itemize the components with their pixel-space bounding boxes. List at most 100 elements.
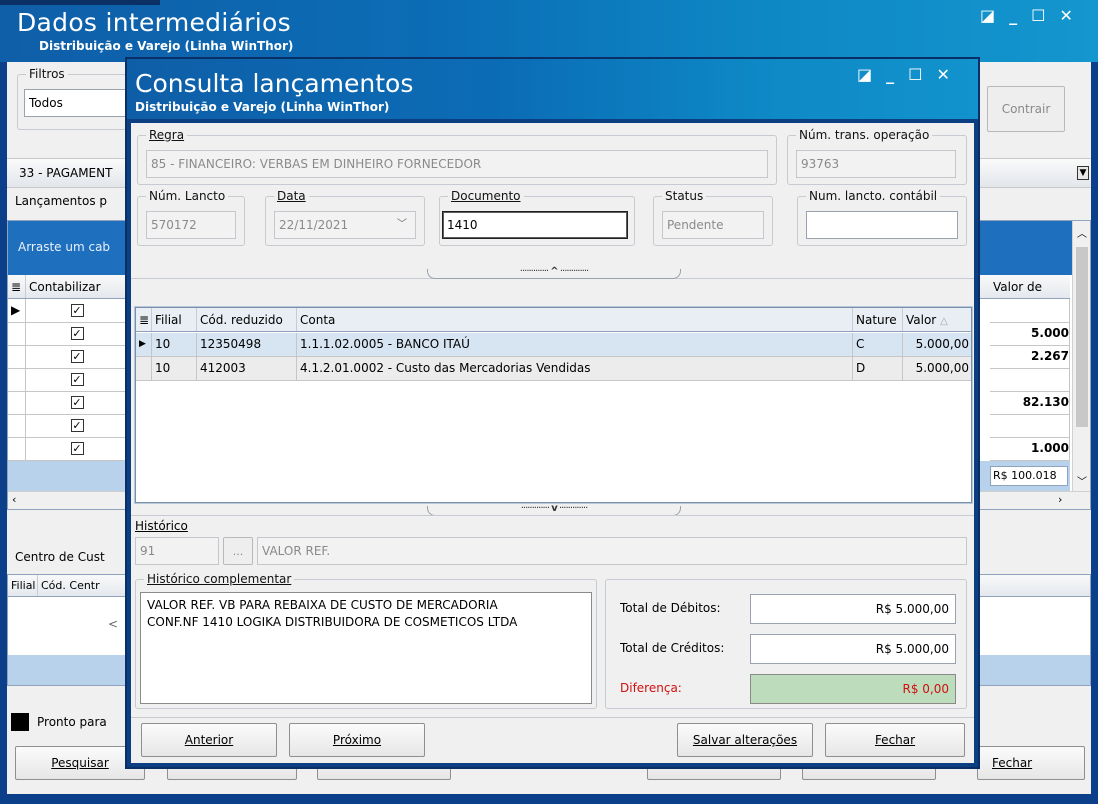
historico-complementar-label: Histórico complementar [144, 571, 295, 587]
header-contabilizar[interactable]: Contabilizar [26, 275, 126, 298]
section-title: 33 - PAGAMENT [19, 166, 113, 180]
lancamentos-grid: ≣ Filial Cód. reduzido Conta Nature Valo… [135, 307, 972, 503]
dialog-subtitle: Distribuição e Varejo (Linha WinThor) [135, 100, 390, 114]
minimize-icon[interactable]: _ [1009, 6, 1017, 25]
minimize-icon[interactable]: _ [886, 65, 894, 84]
pronto-label: Pronto para [37, 715, 107, 729]
drag-hint-text: Arraste um cab [18, 240, 111, 254]
background-window-subtitle: Distribuição e Varejo (Linha WinThor) [39, 39, 294, 53]
cell-natureza: D [853, 357, 903, 381]
maximize-icon[interactable]: ☐ [1031, 6, 1045, 25]
documento-group: Documento 1410 [439, 188, 635, 246]
lancamentos-grid-header: ≣ Filial Cód. reduzido Conta Nature Valo… [136, 308, 971, 332]
cell-conta: 1.1.1.02.0005 - BANCO ITAÚ [297, 333, 853, 357]
divider [131, 717, 974, 718]
column-chooser-icon[interactable]: ≣ [8, 275, 26, 298]
regra-label: Regra [146, 127, 188, 143]
dialog-window-controls: ◪ _ ☐ ✕ [857, 65, 950, 84]
data-label: Data [274, 188, 309, 204]
header-filial[interactable]: Filial [152, 308, 197, 331]
divider [131, 515, 974, 516]
diferenca-field: R$ 0,00 [750, 674, 956, 704]
documento-input[interactable]: 1410 [442, 211, 628, 239]
grid-total-value: R$ 100.018 [990, 466, 1068, 486]
cell-conta: 4.1.2.01.0002 - Custo das Mercadorias Ve… [297, 357, 853, 381]
sort-asc-icon: △ [940, 316, 948, 327]
header-valor[interactable]: Valor △ [903, 308, 971, 331]
restore-icon[interactable]: ◪ [857, 65, 872, 84]
restore-icon[interactable]: ◪ [980, 6, 995, 25]
dropdown-arrow-icon[interactable]: ▼ [1077, 166, 1089, 180]
header-cod-reduzido[interactable]: Cód. reduzido [197, 308, 297, 331]
historico-label: Histórico [135, 519, 188, 533]
historico-complementar-group: Histórico complementar VALOR REF. VB PAR… [135, 571, 597, 709]
regra-field[interactable]: 85 - FINANCEIRO: VERBAS EM DINHEIRO FORN… [146, 150, 768, 178]
consulta-lancamentos-dialog: Consulta lançamentos Distribuição e Vare… [125, 57, 980, 769]
proximo-button[interactable]: Próximo [289, 723, 425, 757]
scrollbar-thumb[interactable] [1076, 247, 1088, 427]
data-field[interactable]: 22/11/2021 ﹀ [274, 211, 416, 239]
dialog-title: Consulta lançamentos [135, 69, 414, 98]
header-filial[interactable]: Filial [8, 575, 38, 596]
header-natureza[interactable]: Nature [853, 308, 903, 331]
lancamentos-label: Lançamentos p [15, 194, 108, 208]
scroll-left-icon[interactable]: ‹ [12, 493, 16, 506]
chevron-left-icon: < [108, 617, 119, 631]
centro-custo-label: Centro de Cust [15, 550, 105, 564]
total-debitos-label: Total de Débitos: [620, 601, 721, 615]
num-lancto-label: Núm. Lancto [146, 188, 229, 204]
scroll-down-icon[interactable]: ﹀ [1077, 473, 1087, 488]
cell-cod: 12350498 [197, 333, 297, 357]
historico-lookup-button[interactable]: ... [223, 537, 253, 565]
data-group: Data 22/11/2021 ﹀ [265, 188, 425, 246]
header-cod-centro[interactable]: Cód. Centr [38, 575, 138, 596]
background-tab-strip [0, 0, 160, 5]
num-contabil-label: Num. lancto. contábil [806, 188, 941, 204]
status-field[interactable]: Pendente [662, 211, 764, 239]
maximize-icon[interactable]: ☐ [908, 65, 922, 84]
anterior-button[interactable]: Anterior [141, 723, 277, 757]
background-window-controls: ◪ _ ☐ ✕ [980, 6, 1073, 25]
cell-filial: 10 [152, 357, 197, 381]
close-icon[interactable]: ✕ [936, 65, 949, 84]
chevron-down-icon[interactable]: ﹀ [397, 212, 407, 238]
header-conta[interactable]: Conta [297, 308, 853, 331]
num-contabil-field[interactable] [806, 211, 958, 239]
filters-select[interactable]: Todos [24, 89, 134, 117]
num-trans-field[interactable]: 93763 [796, 150, 956, 178]
salvar-alteracoes-button[interactable]: Salvar alterações [677, 723, 813, 757]
contrair-button[interactable]: Contrair [987, 86, 1065, 132]
historico-complementar-textarea[interactable]: VALOR REF. VB PARA REBAIXA DE CUSTO DE M… [140, 592, 592, 704]
filters-label: Filtros [26, 66, 68, 82]
fechar-button[interactable]: Fechar [825, 723, 965, 757]
table-row[interactable]: ▶ 10 12350498 1.1.1.02.0005 - BANCO ITAÚ… [136, 333, 971, 357]
column-chooser-icon[interactable]: ≣ [136, 308, 152, 331]
historico-complementar-line1: VALOR REF. VB PARA REBAIXA DE CUSTO DE M… [147, 598, 498, 612]
status-label: Status [662, 188, 707, 204]
historico-code-field[interactable]: 91 [135, 537, 219, 565]
cell-filial: 10 [152, 333, 197, 357]
historico-complementar-line2: CONF.NF 1410 LOGIKA DISTRIBUIDORA DE COS… [147, 615, 518, 629]
status-color-swatch [11, 713, 29, 731]
close-icon[interactable]: ✕ [1059, 6, 1072, 25]
historico-text-field[interactable]: VALOR REF. [257, 537, 967, 565]
cell-valor: 5.000,00 [903, 333, 971, 357]
totals-group: Total de Débitos: R$ 5.000,00 Total de C… [605, 579, 967, 709]
num-lancto-group: Núm. Lancto 570172 [137, 188, 245, 246]
cell-valor: 5.000,00 [903, 357, 971, 381]
row-indicator-icon: ▶ [136, 333, 152, 357]
documento-label: Documento [448, 188, 524, 204]
scroll-up-icon[interactable]: ︿ [1077, 225, 1087, 240]
num-contabil-group: Num. lancto. contábil [797, 188, 967, 246]
header-valor[interactable]: Valor de [990, 275, 1070, 298]
background-fechar-button[interactable]: Fechar [977, 746, 1085, 780]
scroll-right-icon[interactable]: › [1058, 493, 1062, 506]
vertical-scrollbar[interactable]: ︿ ﹀ [1072, 221, 1090, 491]
chevron-up-icon[interactable]: ^ [550, 266, 558, 277]
chevron-down-icon[interactable]: v [551, 503, 557, 514]
status-group: Status Pendente [653, 188, 773, 246]
num-trans-group: Núm. trans. operação 93763 [787, 127, 967, 185]
collapse-splitter[interactable]: ············· ^ ············· [427, 266, 681, 279]
num-lancto-field[interactable]: 570172 [146, 211, 236, 239]
table-row[interactable]: 10 412003 4.1.2.01.0002 - Custo das Merc… [136, 357, 971, 381]
